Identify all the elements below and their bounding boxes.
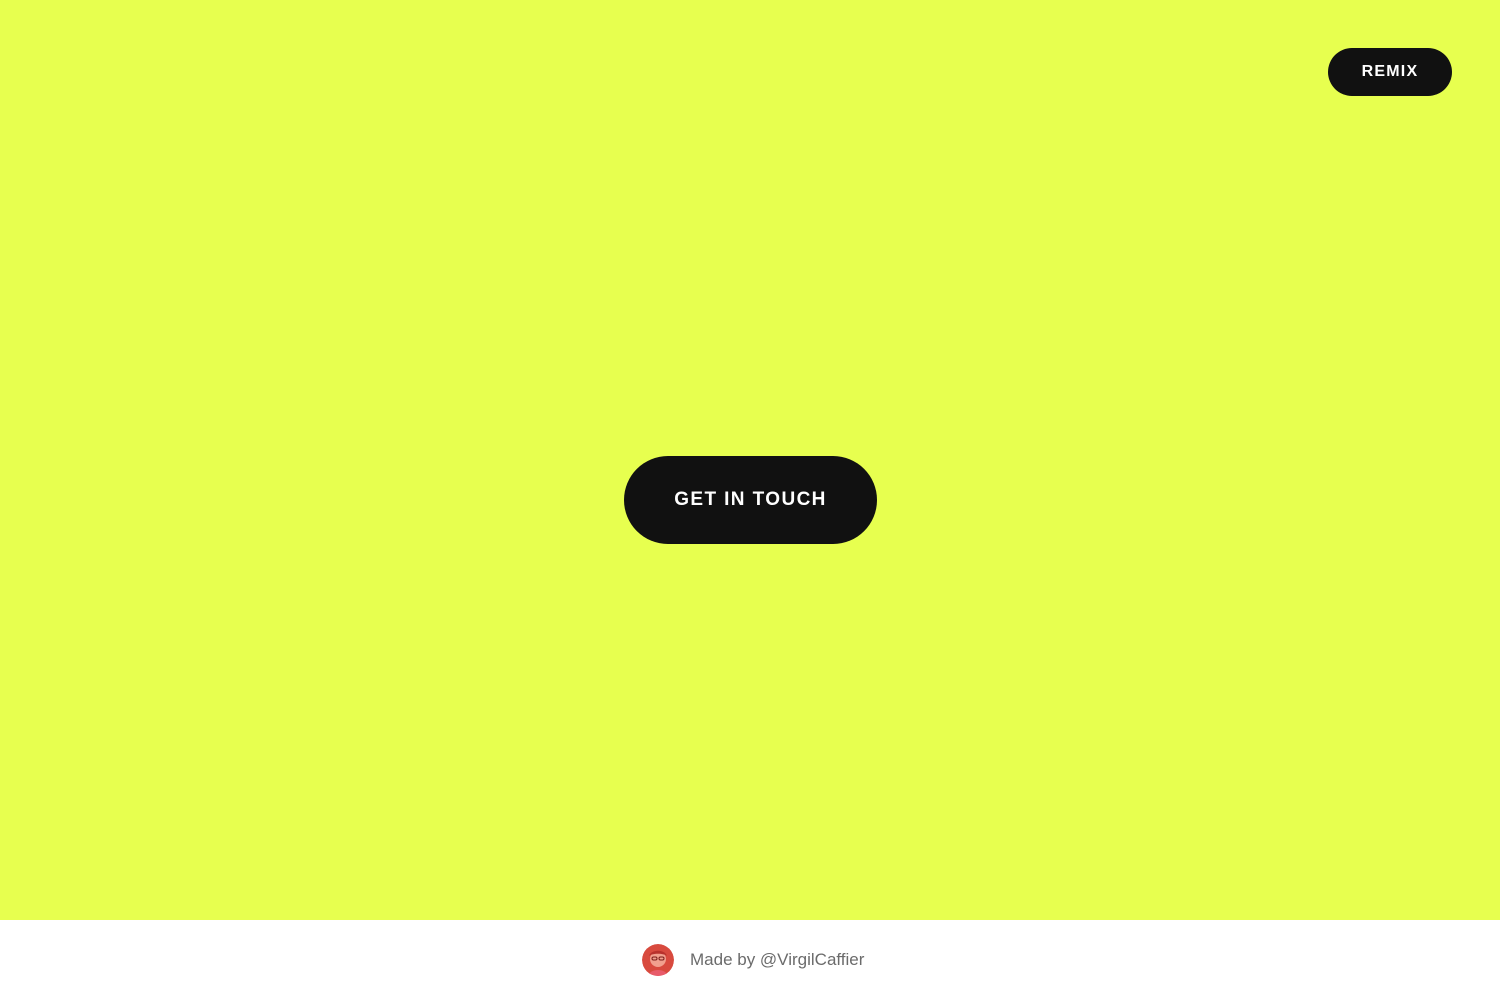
remix-button[interactable]: REMIX: [1328, 48, 1452, 96]
avatar-icon: [642, 944, 674, 976]
author-credit-link[interactable]: Made by @VirgilCaffier: [642, 944, 864, 976]
author-credit-text: Made by @VirgilCaffier: [690, 950, 865, 969]
main-stage: REMIX GET IN TOUCH: [0, 0, 1500, 920]
get-in-touch-button[interactable]: GET IN TOUCH: [624, 456, 877, 544]
